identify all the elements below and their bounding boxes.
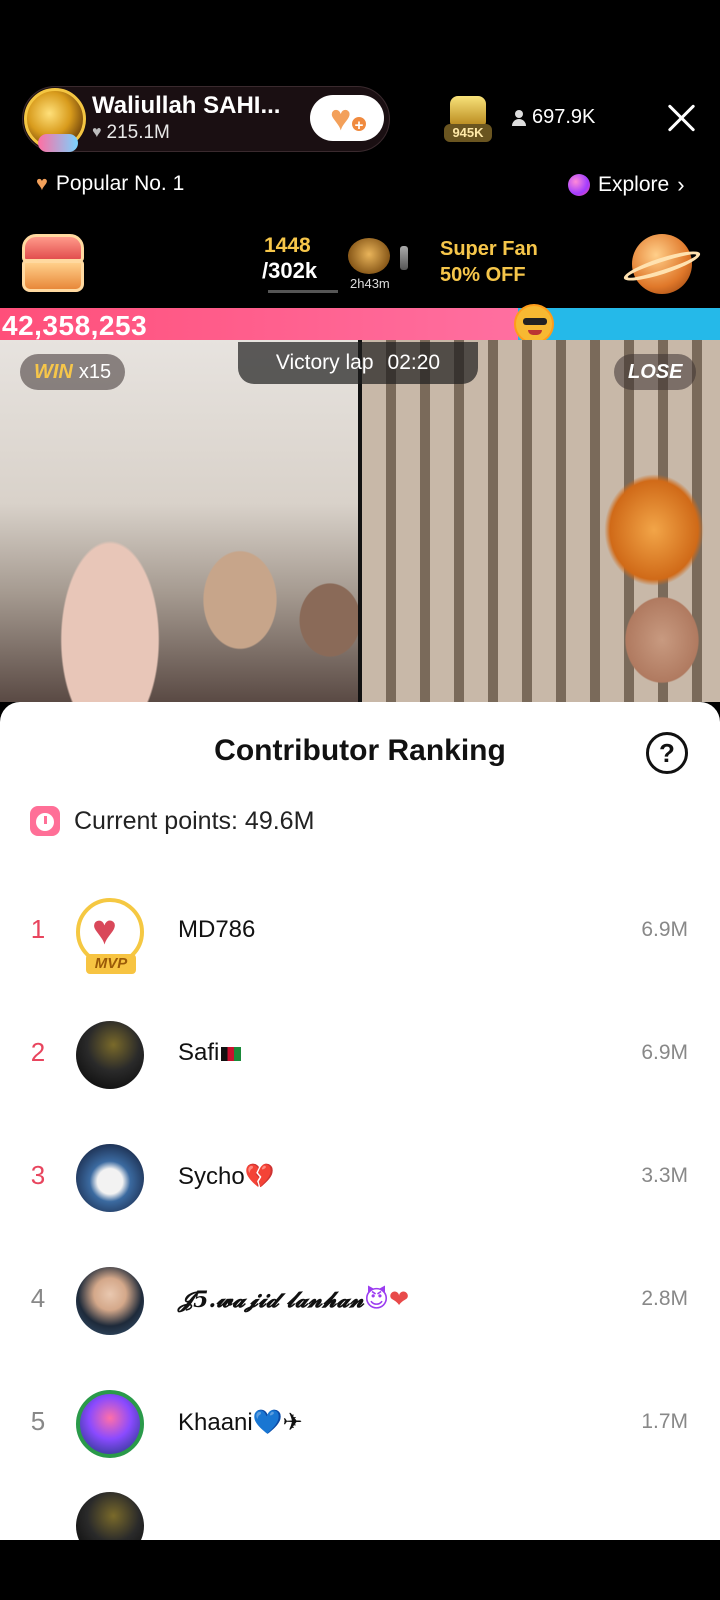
chevron-right-icon: ›: [677, 172, 685, 197]
contributor-points: 6.9M: [641, 1041, 688, 1064]
broken-heart-icon: 💔: [244, 1163, 275, 1190]
host-likes-count: 215.1M: [106, 122, 170, 143]
sunglasses-face-icon: [514, 304, 554, 344]
avatar[interactable]: [76, 1021, 144, 1089]
explore-label: Explore: [598, 173, 670, 196]
goal-target: /302k: [262, 258, 318, 283]
viewer-count-value: 697.9K: [532, 106, 596, 128]
ranking-row[interactable]: 3 Sycho💔 3.3M: [0, 1118, 720, 1241]
rank-number: 5: [30, 1406, 46, 1436]
bottle-icon: [400, 246, 408, 270]
battle-phase-time: 02:20: [387, 351, 441, 374]
video-divider: [358, 340, 362, 702]
avatar[interactable]: [76, 1144, 144, 1212]
heart-icon: ❤: [389, 1286, 410, 1313]
planet-gift-icon[interactable]: [621, 232, 703, 296]
win-label: WIN: [34, 360, 73, 383]
contributor-points: 2.8M: [641, 1287, 688, 1310]
ranking-row[interactable]: 1 MVP MD786 6.9M: [0, 872, 720, 995]
goal-current: 1448: [264, 234, 311, 257]
avatar[interactable]: [76, 1492, 144, 1540]
rank-number: 2: [30, 1037, 46, 1067]
contributor-points: 1.7M: [641, 1410, 688, 1433]
avatar[interactable]: [76, 1267, 144, 1335]
contributor-ranking-sheet: Contributor Ranking ? Current points: 49…: [0, 702, 720, 1540]
heart-icon: ♥: [92, 124, 102, 141]
contributor-name: Khaani💙✈: [178, 1409, 303, 1436]
ranking-row[interactable]: 4 𝓙5.𝔀𝓪𝓳𝓲𝓭 𝓵𝓪𝓷𝓱𝓪𝓷😈❤ 2.8M: [0, 1241, 720, 1364]
rank-badge[interactable]: 945K: [444, 96, 492, 142]
rank-number: 4: [30, 1283, 46, 1313]
current-points-label: Current points: 49.6M: [74, 806, 315, 835]
battle-phase-label: Victory lap: [275, 351, 374, 374]
ranking-list: 1 MVP MD786 6.9M 2 Safi 6.9M 3 Sycho💔 3.…: [0, 872, 720, 1487]
win-streak: x15: [78, 360, 112, 383]
superfan-title: Super Fan: [440, 238, 538, 260]
rank-badge-label: 945K: [444, 124, 492, 142]
avatar[interactable]: [76, 1390, 144, 1458]
mvp-badge: MVP: [86, 954, 136, 974]
afghanistan-flag-icon: [221, 1046, 242, 1061]
rank-number: 1: [30, 914, 46, 944]
contributor-points: 6.9M: [641, 918, 688, 941]
help-icon[interactable]: ?: [646, 732, 688, 774]
lose-badge: LOSE: [614, 354, 697, 390]
blue-heart-icon: 💙: [252, 1409, 283, 1436]
explore-icon: [568, 174, 590, 196]
person-icon: [512, 109, 526, 126]
sheet-title: Contributor Ranking: [214, 734, 506, 767]
system-navigation-bar: [0, 1540, 720, 1600]
contributor-name: MD786: [178, 916, 256, 943]
ranking-row[interactable]: 2 Safi 6.9M: [0, 995, 720, 1118]
close-button[interactable]: [664, 100, 700, 136]
goal-progress-line: [268, 290, 338, 293]
battle-phase-banner: Victory lap 02:20: [238, 342, 478, 384]
viewer-count[interactable]: 697.9K: [512, 106, 595, 129]
host-avatar-badge: [38, 134, 78, 152]
lion-gift-icon[interactable]: [348, 238, 390, 274]
superfan-promo[interactable]: Super Fan 50% OFF: [440, 236, 538, 288]
heart-icon: ♥: [36, 172, 48, 195]
contributor-name: 𝓙5.𝔀𝓪𝓳𝓲𝓭 𝓵𝓪𝓷𝓱𝓪𝓷😈❤: [178, 1286, 410, 1313]
opponent-video-right[interactable]: [362, 340, 720, 702]
superfan-discount: 50% OFF: [440, 264, 526, 286]
popular-rank-link[interactable]: ♥ Popular No. 1: [36, 172, 184, 196]
crown-icon: [450, 96, 486, 126]
host-likes: ♥ 215.1M: [92, 122, 170, 144]
battle-score: 42,358,253: [2, 310, 148, 341]
devil-icon: 😈: [364, 1286, 390, 1313]
popular-rank-label: Popular No. 1: [55, 172, 185, 195]
explore-link[interactable]: Explore ›: [568, 172, 685, 198]
treasure-chest-icon[interactable]: [18, 234, 88, 294]
airplane-icon: ✈: [282, 1409, 303, 1436]
contributor-name: Sycho💔: [178, 1163, 275, 1190]
heart-plus-icon: +: [330, 97, 368, 139]
follow-button[interactable]: +: [310, 95, 384, 141]
alarm-clock-icon: [30, 806, 60, 836]
contributor-name: Safi: [178, 1039, 242, 1067]
host-video-left[interactable]: [0, 340, 358, 702]
gift-timer: 2h43m: [350, 276, 390, 291]
ranking-row[interactable]: 5 Khaani💙✈ 1.7M: [0, 1364, 720, 1487]
host-name[interactable]: Waliullah SAHI...: [92, 92, 280, 120]
lose-label: LOSE: [628, 360, 683, 383]
current-points: Current points: 49.6M: [30, 806, 314, 836]
win-streak-badge: WIN x15: [20, 354, 126, 390]
rank-number: 3: [30, 1160, 46, 1190]
contributor-points: 3.3M: [641, 1164, 688, 1187]
